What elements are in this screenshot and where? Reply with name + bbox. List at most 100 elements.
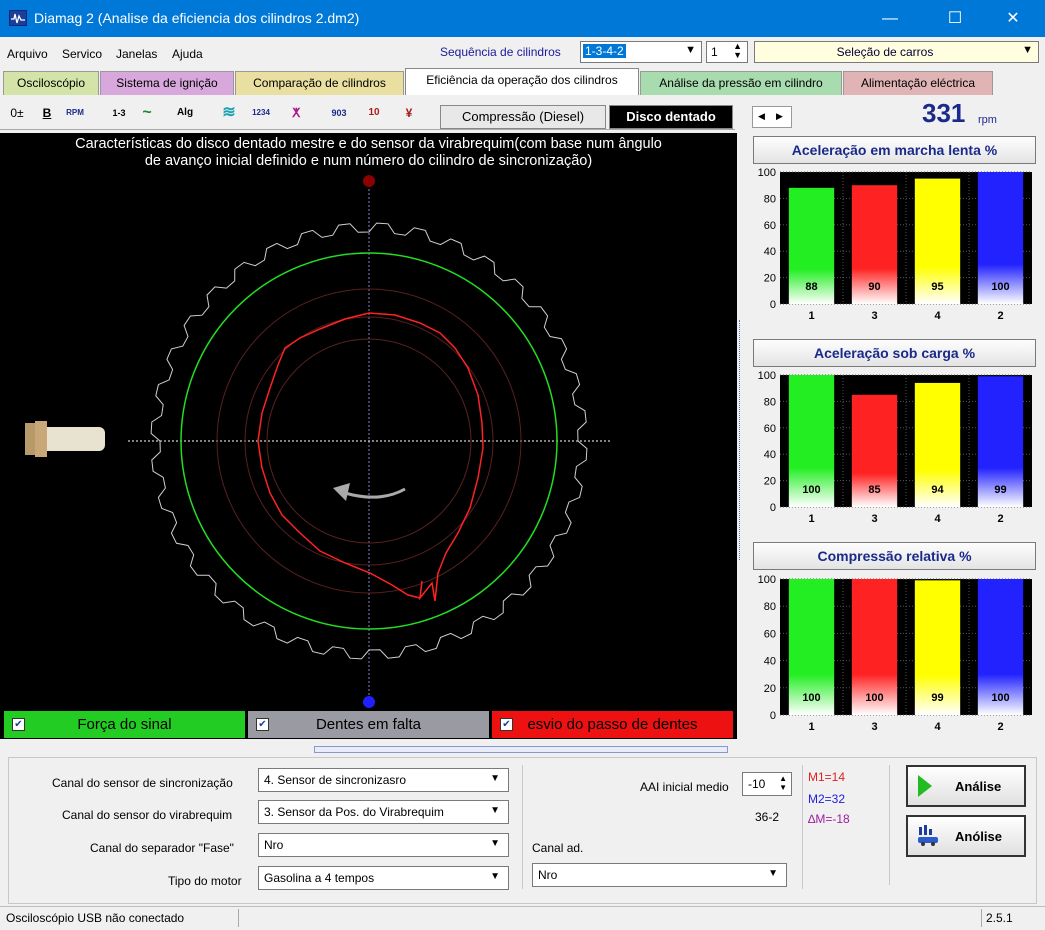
sync-sensor-select[interactable]: 4. Sensor de sincronizasro ▼: [258, 768, 509, 792]
engine-type-select[interactable]: Gasolina a 4 tempos ▼: [258, 866, 509, 890]
cylinder-number-spinner[interactable]: 1 ▲ ▼: [706, 41, 748, 63]
bar-value-label: 99: [931, 692, 943, 704]
crank-sensor-label: Canal do sensor do virabrequim: [62, 808, 233, 822]
checkbox-checked-icon[interactable]: ✔: [12, 718, 25, 731]
engine-type-label: Tipo do motor: [168, 874, 242, 888]
cylinder-sequence-select[interactable]: 1-3-4-2 ▼: [580, 41, 702, 63]
cylinder-sequence-value: 1-3-4-2: [583, 44, 626, 58]
menu-arquivo[interactable]: Arquivo: [7, 47, 48, 61]
scope-title-line1: Características do disco dentado mestre …: [75, 136, 662, 152]
aai-spinner[interactable]: -10 ▲ ▼: [742, 772, 792, 796]
y-tick-label: 40: [764, 449, 776, 461]
tab-eficiencia-cilindros[interactable]: Eficiência da operação dos cilindros: [405, 68, 639, 95]
cylinder-sequence-label: Sequência de cilindros: [440, 45, 561, 59]
close-button[interactable]: ✕: [990, 0, 1036, 37]
rotation-arrow-icon: [344, 487, 406, 499]
title-bar: Diamag 2 (Analise da eficiencia dos cili…: [0, 0, 1045, 37]
app-logo-icon: [9, 10, 27, 26]
mode-toothed-disk-button[interactable]: Disco dentado: [609, 105, 733, 129]
crank-sensor-select[interactable]: 3. Sensor da Pos. do Virabrequim ▼: [258, 800, 509, 824]
checkbox-checked-icon[interactable]: ✔: [256, 718, 269, 731]
tab-osciloscopio[interactable]: Osciloscópio: [3, 71, 99, 95]
canal-ad-label: Canal ad.: [532, 841, 584, 855]
maximize-button[interactable]: ☐: [932, 0, 978, 37]
teeth-config: 36-2: [755, 810, 780, 824]
scope-display: [0, 133, 737, 739]
sync-sensor-label: Canal do sensor de sincronização: [52, 776, 233, 790]
car-selection-select[interactable]: Seleção de carros ▼: [754, 41, 1039, 63]
tab-bar: Osciloscópio Sistema de ignição Comparaç…: [0, 67, 1045, 95]
tab-analise-pressao[interactable]: Análise da pressão em cilindro: [640, 71, 842, 95]
phase-separator-select[interactable]: Nro ▼: [258, 833, 509, 857]
status-bar: Osciloscópio USB não conectado 2.5.1: [0, 906, 1045, 930]
bold-icon[interactable]: B: [36, 102, 58, 124]
graph-icon[interactable]: ~: [136, 102, 158, 124]
numbering-icon[interactable]: 1234: [250, 102, 272, 124]
car-chart-icon: [916, 825, 940, 847]
filter-icon[interactable]: ¥: [398, 102, 420, 124]
x-tick-label: 4: [934, 310, 941, 322]
chart-idle-acceleration: 0 20 40 60 80 100 88 1 90 3 95 4 100 2: [750, 164, 1040, 326]
rpm-icon[interactable]: RPM: [64, 102, 86, 124]
anolise-button-label: Anólise: [955, 829, 1002, 844]
menu-bar: Arquivo Servico Janelas Ajuda Sequência …: [0, 37, 1045, 67]
mode-compression-button[interactable]: Compressão (Diesel): [440, 105, 606, 129]
play-icon: [918, 775, 932, 797]
offset-icon[interactable]: 0±: [6, 102, 28, 124]
y-tick-label: 20: [764, 683, 776, 695]
chart-relative-compression-title: Compressão relativa %: [753, 542, 1036, 570]
arrow-left-icon[interactable]: ◀: [758, 111, 765, 122]
degree-icon[interactable]: 903: [328, 102, 350, 124]
vertical-splitter[interactable]: [739, 320, 742, 560]
x-tick-label: 1: [808, 721, 814, 733]
divider: [802, 765, 803, 889]
menu-janelas[interactable]: Janelas: [116, 47, 157, 61]
y-tick-label: 60: [764, 628, 776, 640]
bar-value-label: 94: [931, 484, 944, 496]
filter-wave-icon[interactable]: ≋: [218, 102, 240, 124]
y-tick-label: 80: [764, 193, 776, 205]
algorithm-icon[interactable]: Alg: [174, 102, 196, 124]
arrow-right-icon[interactable]: ▶: [776, 111, 783, 122]
x-tick-label: 2: [997, 310, 1003, 322]
scope-title: Características do disco dentado mestre …: [0, 136, 737, 170]
y-tick-label: 40: [764, 246, 776, 258]
bar-value-label: 100: [865, 692, 883, 704]
menu-servico[interactable]: Servico: [62, 47, 102, 61]
cylinder-order-icon[interactable]: 1-3: [108, 102, 130, 124]
minimize-button[interactable]: —: [867, 0, 913, 37]
y-tick-label: 40: [764, 656, 776, 668]
aai-value: -10: [748, 777, 766, 791]
bar-value-label: 100: [802, 692, 820, 704]
chart-idle-acceleration-title: Aceleração em marcha lenta %: [753, 136, 1036, 164]
y-tick-label: 100: [758, 167, 776, 179]
checkbox-checked-icon[interactable]: ✔: [500, 718, 513, 731]
chevron-down-icon: ▼: [490, 805, 500, 816]
x-tick-label: 1: [808, 513, 814, 525]
x-tick-label: 4: [934, 513, 941, 525]
horizontal-splitter[interactable]: [314, 746, 728, 753]
tab-alimentacao-electrica[interactable]: Alimentação eléctrica: [843, 71, 993, 95]
canal-ad-value: Nro: [538, 868, 558, 882]
funnel-icon[interactable]: ⵅ: [285, 102, 307, 124]
status-text: Osciloscópio USB não conectado: [6, 911, 185, 925]
chevron-down-icon: ▼: [490, 773, 500, 784]
anolise-button[interactable]: Anólise: [906, 815, 1026, 857]
y-tick-label: 0: [770, 502, 776, 514]
analise-button[interactable]: Análise: [906, 765, 1026, 807]
bar-icon[interactable]: 10: [363, 102, 385, 124]
x-tick-label: 3: [871, 310, 877, 322]
x-tick-label: 2: [997, 513, 1003, 525]
legend-signal-strength[interactable]: ✔ Força do sinal: [4, 711, 245, 738]
legend-tooth-deviation[interactable]: ✔ esvio do passo de dentes: [492, 711, 733, 738]
sync-sensor-value: 4. Sensor de sincronizasro: [264, 773, 407, 787]
phase-separator-label: Canal do separador "Fase": [90, 841, 234, 855]
legend-missing-teeth[interactable]: ✔ Dentes em falta: [248, 711, 489, 738]
y-tick-label: 60: [764, 220, 776, 232]
bar-value-label: 95: [931, 281, 943, 293]
bar-value-label: 88: [805, 281, 817, 293]
canal-ad-select[interactable]: Nro ▼: [532, 863, 787, 887]
tab-sistema-ignicao[interactable]: Sistema de ignição: [100, 71, 234, 95]
tab-comparacao-cilindros[interactable]: Comparação de cilindros: [235, 71, 404, 95]
menu-ajuda[interactable]: Ajuda: [172, 47, 203, 61]
